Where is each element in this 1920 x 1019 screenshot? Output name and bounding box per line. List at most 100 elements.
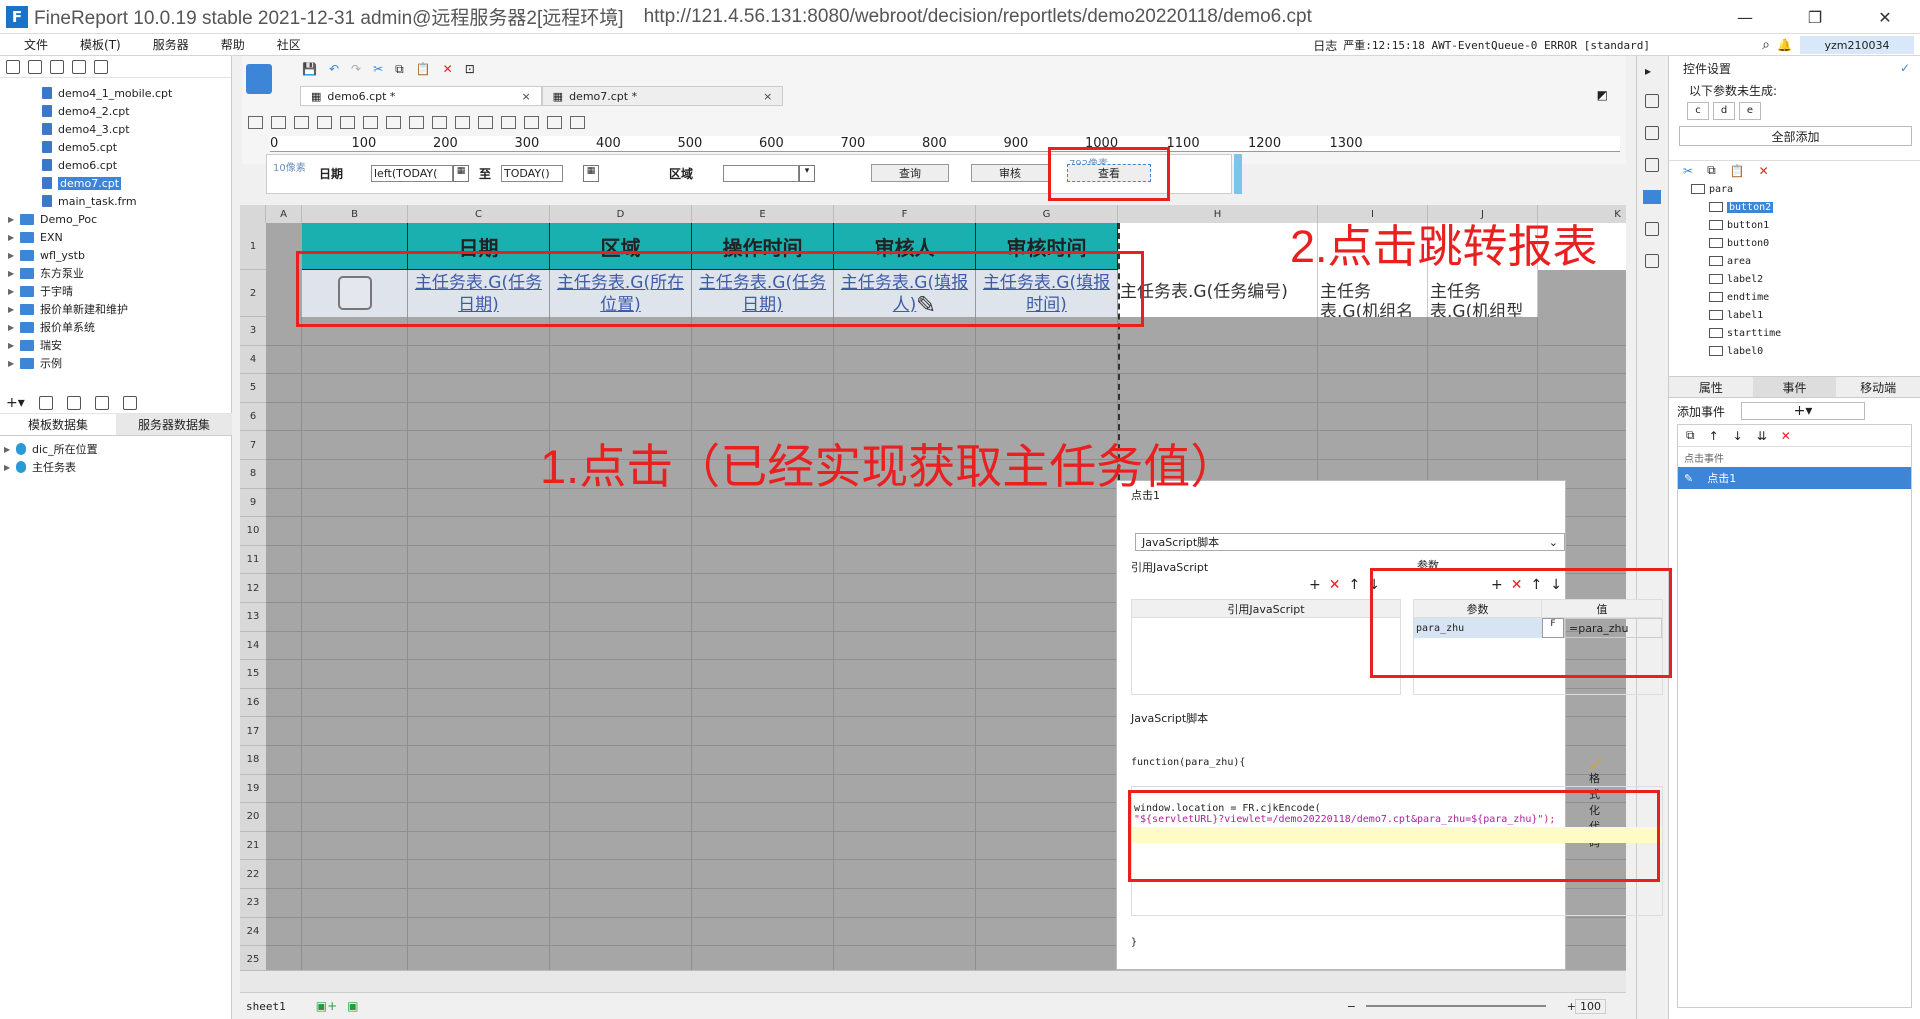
column-header[interactable]: C: [408, 205, 550, 223]
row-header[interactable]: 13: [240, 603, 266, 632]
param-value-cell[interactable]: =para_zhu: [1564, 618, 1662, 638]
move-up-icon[interactable]: ↑: [1709, 429, 1719, 443]
expand-icon[interactable]: ▶: [8, 323, 18, 332]
cell-format-icon[interactable]: [1645, 126, 1659, 140]
date-widget-icon[interactable]: [340, 116, 355, 129]
move-up-icon[interactable]: ↑: [1530, 577, 1542, 593]
move-down-icon[interactable]: ↓: [1733, 429, 1743, 443]
redo-icon[interactable]: ↷: [351, 62, 361, 77]
grid-widget-icon[interactable]: [363, 116, 378, 129]
header-cell[interactable]: 审核人: [834, 223, 976, 270]
widget-tree-item[interactable]: area: [1669, 252, 1920, 270]
save-icon[interactable]: 💾: [302, 62, 317, 77]
horizontal-scrollbar[interactable]: [240, 970, 1626, 992]
widget-tree-item[interactable]: label2: [1669, 270, 1920, 288]
row-header[interactable]: 17: [240, 717, 266, 746]
row-header[interactable]: 10: [240, 517, 266, 546]
tree-file[interactable]: demo4_1_mobile.cpt: [4, 84, 231, 102]
date-to-input[interactable]: TODAY(): [501, 165, 563, 182]
checkbox[interactable]: [337, 276, 372, 310]
collapse-icon[interactable]: ▸: [1645, 64, 1651, 78]
tree-widget-icon[interactable]: [478, 116, 493, 129]
combo-widget-icon[interactable]: [317, 116, 332, 129]
row-header[interactable]: 9: [240, 488, 266, 518]
dataset-settings-icon[interactable]: [122, 395, 137, 410]
expand-icon[interactable]: ◩: [1597, 88, 1608, 102]
tree-folder[interactable]: ▶ EXN: [4, 228, 231, 246]
row-header[interactable]: 2: [240, 270, 266, 317]
delete-icon[interactable]: ✕: [1759, 164, 1769, 178]
delete-event-icon[interactable]: ✕: [1781, 429, 1791, 443]
row-header[interactable]: 8: [240, 460, 266, 489]
tree-folder[interactable]: ▶ 东方泵业: [4, 264, 231, 282]
menu-file[interactable]: 文件: [0, 36, 64, 53]
tree-file[interactable]: demo4_2.cpt: [4, 102, 231, 120]
tab-demo7[interactable]: ▦ demo7.cpt * ×: [541, 86, 784, 106]
template-type-icon[interactable]: [246, 64, 272, 94]
expand-icon[interactable]: ▶: [8, 359, 18, 368]
calendar-icon[interactable]: ▦: [453, 165, 469, 182]
column-header[interactable]: H: [1118, 205, 1318, 223]
data-cell[interactable]: 主任务表.G(所在位置): [550, 270, 692, 317]
expand-icon[interactable]: ▶: [8, 269, 18, 278]
user-badge[interactable]: yzm210034: [1800, 36, 1914, 54]
data-cell[interactable]: 主任务表.G(任务日期): [408, 270, 550, 317]
param-chip-e[interactable]: e: [1739, 102, 1761, 120]
tab-events[interactable]: 事件: [1752, 377, 1837, 397]
row-header[interactable]: 1: [240, 223, 266, 270]
notification-icon[interactable]: 🔔: [1777, 38, 1792, 52]
date-from-input[interactable]: left(TODAY(: [371, 165, 453, 182]
column-header[interactable]: F: [834, 205, 976, 223]
header-cell[interactable]: 操作时间: [692, 223, 834, 270]
data-cell[interactable]: 主任务表.G(任务编号): [1118, 270, 1318, 317]
data-cell[interactable]: 主任务表.G(任务日期): [692, 270, 834, 317]
delete-param-icon[interactable]: ✕: [1511, 577, 1523, 593]
expand-icon[interactable]: ▶: [8, 305, 18, 314]
hyperlink-icon[interactable]: [1645, 254, 1659, 268]
lock-icon[interactable]: [50, 59, 64, 74]
widget-tree-item[interactable]: label1: [1669, 306, 1920, 324]
cell-attr-icon[interactable]: [1645, 94, 1659, 108]
copy-icon[interactable]: ⧉: [395, 62, 404, 77]
event-item[interactable]: ✎ 点击1: [1678, 467, 1911, 489]
widget-tree-item[interactable]: para: [1669, 180, 1920, 198]
widget-tree-item[interactable]: endtime: [1669, 288, 1920, 306]
column-header[interactable]: G: [976, 205, 1118, 223]
expand-icon[interactable]: ▶: [8, 215, 18, 224]
tree-file[interactable]: demo5.cpt: [4, 138, 231, 156]
preview-icon[interactable]: [94, 395, 109, 410]
data-cell[interactable]: 主任务表.G(机组名称): [1318, 270, 1428, 317]
row-header[interactable]: 19: [240, 774, 266, 804]
close-tab-icon[interactable]: ×: [521, 90, 530, 103]
row-header[interactable]: 11: [240, 545, 266, 575]
column-header[interactable]: A: [266, 205, 302, 223]
tree-folder[interactable]: ▶ 示例: [4, 354, 231, 372]
add-form-icon[interactable]: ▣: [347, 999, 358, 1013]
menu-template[interactable]: 模板(T): [64, 36, 137, 53]
refresh-icon[interactable]: [28, 59, 42, 74]
menu-community[interactable]: 社区: [261, 36, 317, 53]
label-widget-icon[interactable]: [271, 116, 286, 129]
widget-tree-item[interactable]: label0: [1669, 342, 1920, 360]
header-cell[interactable]: 日期: [408, 223, 550, 270]
column-header[interactable]: E: [692, 205, 834, 223]
search-icon[interactable]: ⌕: [1762, 37, 1770, 53]
button-widget-icon[interactable]: [248, 116, 263, 129]
header-cell-blank[interactable]: [302, 223, 408, 270]
row-header[interactable]: 15: [240, 660, 266, 689]
tab-server-datasets[interactable]: 服务器数据集: [116, 414, 232, 435]
tree-folder[interactable]: ▶ wfl_ystb: [4, 246, 231, 264]
zoom-slider[interactable]: [1366, 1005, 1546, 1007]
add-sheet-icon[interactable]: ▣+: [316, 999, 337, 1013]
tab-demo6[interactable]: ▦ demo6.cpt * ×: [300, 86, 542, 106]
row-header[interactable]: 14: [240, 631, 266, 661]
calendar-icon[interactable]: ▦: [583, 165, 599, 182]
expand-icon[interactable]: ▶: [8, 287, 18, 296]
minimize-icon[interactable]: —: [1710, 0, 1780, 34]
add-icon[interactable]: +: [1309, 577, 1321, 593]
widget-settings-icon[interactable]: [1643, 190, 1661, 204]
more-icon[interactable]: [570, 116, 585, 129]
close-icon[interactable]: ✕: [1850, 0, 1920, 34]
row-header[interactable]: 25: [240, 946, 266, 970]
tab-template-datasets[interactable]: 模板数据集: [0, 414, 116, 435]
